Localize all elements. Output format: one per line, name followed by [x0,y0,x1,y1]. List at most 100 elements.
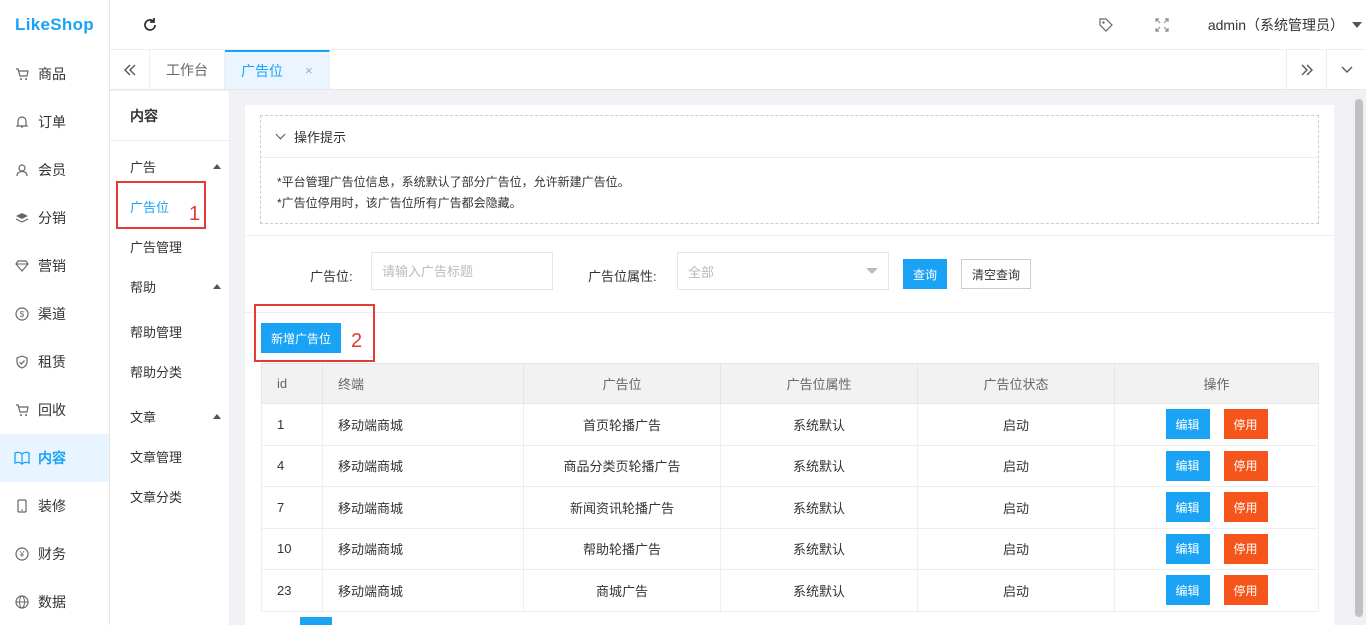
tips-toggle[interactable]: 操作提示 [261,116,1318,158]
cell-name: 新闻资讯轮播广告 [523,486,721,529]
tab-ad-position[interactable]: 广告位 × [225,50,330,89]
cart-icon [14,66,30,82]
col-header-status[interactable]: 广告位状态 [917,363,1115,404]
search-form: 广告位: 广告位属性: 全部 查询 清空查询 [245,235,1334,313]
tips-line: *广告位停用时，该广告位所有广告都会隐藏。 [277,196,522,210]
sub-sidebar: 内容 广告 广告位 广告管理 帮助 帮助管理 帮助分类 文章 文章管理 文章分类 [110,91,230,625]
disable-button[interactable]: 停用 [1223,450,1268,481]
caret-up-icon [213,413,221,419]
table-row: 7 移动端商城 新闻资讯轮播广告 系统默认 启动 编辑 停用 [261,486,1319,529]
book-icon [14,450,30,466]
tab-workbench[interactable]: 工作台 [150,50,225,89]
cell-name: 商品分类页轮播广告 [523,444,721,487]
header-right: admin（系统管理员） [1096,0,1366,49]
scrollbar-thumb[interactable] [1355,99,1363,617]
cell-id: 10 [261,527,323,570]
nav-item-marketing[interactable]: 营销 [0,242,109,290]
page-scrollbar[interactable] [1352,91,1366,625]
ad-title-label: 广告位: [310,269,353,284]
cell-attr: 系统默认 [720,444,918,487]
col-header-id[interactable]: id [261,363,323,404]
col-header-actions: 操作 [1114,363,1319,404]
nav-item-content[interactable]: 内容 [0,434,109,482]
admin-user-menu[interactable]: admin（系统管理员） [1208,15,1344,35]
clear-query-button[interactable]: 清空查询 [961,259,1031,289]
nav-label: 会员 [38,162,66,178]
logo: LikeShop [15,15,94,34]
col-header-terminal[interactable]: 终端 [322,363,524,404]
svg-text:¥: ¥ [19,550,25,559]
fullscreen-icon[interactable] [1152,15,1172,35]
caret-up-icon [213,283,221,289]
sub-item-article-category[interactable]: 文章分类 [110,476,229,516]
edit-button[interactable]: 编辑 [1165,409,1210,440]
cell-status: 启动 [917,444,1115,487]
cell-id: 4 [261,444,323,487]
cell-terminal: 移动端商城 [322,403,524,446]
disable-button[interactable]: 停用 [1223,575,1268,606]
sub-item-ad-management[interactable]: 广告管理 [110,226,229,266]
chevron-down-icon[interactable] [1352,21,1362,28]
edit-button[interactable]: 编辑 [1165,575,1210,606]
table-row: 1 移动端商城 首页轮播广告 系统默认 启动 编辑 停用 [261,403,1319,446]
cell-id: 1 [261,403,323,446]
sub-group-ads[interactable]: 广告 [110,146,229,186]
ad-attr-select-value: 全部 [688,264,715,280]
tabs-scroll-right-icon[interactable] [1286,50,1326,89]
nav-label: 渠道 [38,306,66,322]
query-button[interactable]: 查询 [903,259,947,289]
cell-name: 帮助轮播广告 [523,527,721,570]
sub-item-help-category[interactable]: 帮助分类 [110,351,229,391]
nav-item-decoration[interactable]: 装修 [0,482,109,530]
cell-terminal: 移动端商城 [322,527,524,570]
ad-position-table: id 终端 广告位 广告位属性 广告位状态 操作 1 移动端商城 首页轮播广告 … [261,363,1319,612]
nav-item-recycle[interactable]: 回收 [0,386,109,434]
top-header: admin（系统管理员） [110,0,1366,50]
nav-item-goods[interactable]: 商品 [0,50,109,98]
tabs-menu-chevron-down-icon[interactable] [1326,50,1366,89]
sub-group-label: 帮助 [130,279,157,295]
sub-item-article-management[interactable]: 文章管理 [110,436,229,476]
tabs-scroll-left-icon[interactable] [110,50,150,89]
ad-attr-select[interactable]: 全部 [677,252,889,290]
edit-button[interactable]: 编辑 [1165,492,1210,523]
disable-button[interactable]: 停用 [1223,492,1268,523]
close-icon[interactable]: × [305,63,313,78]
nav-item-data[interactable]: 数据 [0,578,109,625]
yen-icon: ¥ [14,546,30,562]
nav-label: 商品 [38,66,66,82]
bell-icon [14,114,30,130]
pagination-current-page[interactable] [300,617,332,625]
col-header-attr[interactable]: 广告位属性 [720,363,918,404]
sub-group-article[interactable]: 文章 [110,396,229,436]
sub-group-help[interactable]: 帮助 [110,266,229,306]
edit-button[interactable]: 编辑 [1165,450,1210,481]
edit-button[interactable]: 编辑 [1165,533,1210,564]
tab-bar-right [1286,50,1366,89]
disable-button[interactable]: 停用 [1223,533,1268,564]
shield-icon [14,354,30,370]
chevron-down-icon [275,129,286,140]
cell-id: 23 [261,569,323,612]
cell-actions: 编辑 停用 [1114,444,1319,487]
nav-item-distribution[interactable]: 分销 [0,194,109,242]
refresh-icon[interactable] [138,13,162,37]
dropdown-caret-icon [866,268,878,274]
sub-item-help-management[interactable]: 帮助管理 [110,311,229,351]
tips-title: 操作提示 [294,130,347,145]
nav-item-lease[interactable]: 租赁 [0,338,109,386]
nav-item-orders[interactable]: 订单 [0,98,109,146]
nav-label: 装修 [38,498,66,514]
tag-icon[interactable] [1096,15,1116,35]
cart-icon [14,402,30,418]
nav-item-finance[interactable]: ¥ 财务 [0,530,109,578]
disable-button[interactable]: 停用 [1223,409,1268,440]
nav-item-channel[interactable]: $ 渠道 [0,290,109,338]
annotation-number-2: 2 [351,330,363,352]
operation-tips: 操作提示 *平台管理广告位信息，系统默认了部分广告位，允许新建广告位。 *广告位… [260,115,1319,224]
cell-name: 首页轮播广告 [523,403,721,446]
ad-title-input[interactable] [371,252,553,290]
nav-item-members[interactable]: 会员 [0,146,109,194]
col-header-name[interactable]: 广告位 [523,363,721,404]
cell-terminal: 移动端商城 [322,444,524,487]
